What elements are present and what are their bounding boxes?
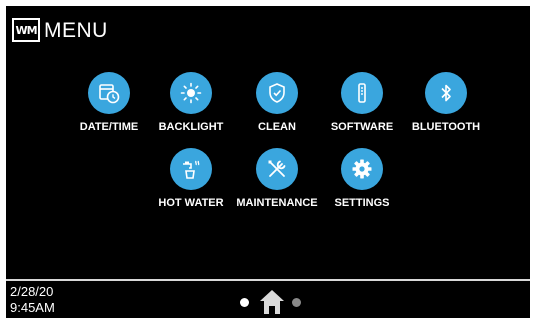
- software-icon: [341, 72, 383, 114]
- clean-shield-icon: [256, 72, 298, 114]
- bluetooth-button[interactable]: BLUETOOTH: [396, 72, 496, 136]
- wm-logo: WM: [12, 18, 40, 42]
- page-indicator-inactive[interactable]: [292, 298, 301, 307]
- backlight-label: BACKLIGHT: [158, 121, 224, 133]
- page-title: MENU: [44, 18, 108, 42]
- hot-water-label: HOT WATER: [158, 197, 224, 209]
- bluetooth-icon: [425, 72, 467, 114]
- settings-button[interactable]: SETTINGS: [312, 148, 412, 212]
- header: WM MENU: [12, 16, 108, 44]
- hot-water-icon: [170, 148, 212, 190]
- tools-icon: [256, 148, 298, 190]
- menu-screen: WM MENU DATE/TIME BACKLIGHT CLEAN SOFTWA…: [6, 6, 530, 318]
- home-button[interactable]: [258, 288, 286, 316]
- calendar-clock-icon: [88, 72, 130, 114]
- gear-icon: [341, 148, 383, 190]
- home-icon: [260, 290, 284, 314]
- brightness-icon: [170, 72, 212, 114]
- bluetooth-label: BLUETOOTH: [411, 121, 481, 133]
- footer-time: 9:45AM: [10, 300, 55, 315]
- backlight-button[interactable]: BACKLIGHT: [141, 72, 241, 136]
- settings-label: SETTINGS: [334, 197, 390, 209]
- hot-water-button[interactable]: HOT WATER: [141, 148, 241, 212]
- footer-divider: [6, 279, 530, 281]
- footer-date: 2/28/20: [10, 284, 54, 299]
- page-indicator-active: [240, 298, 249, 307]
- logo-text: WM: [15, 23, 37, 37]
